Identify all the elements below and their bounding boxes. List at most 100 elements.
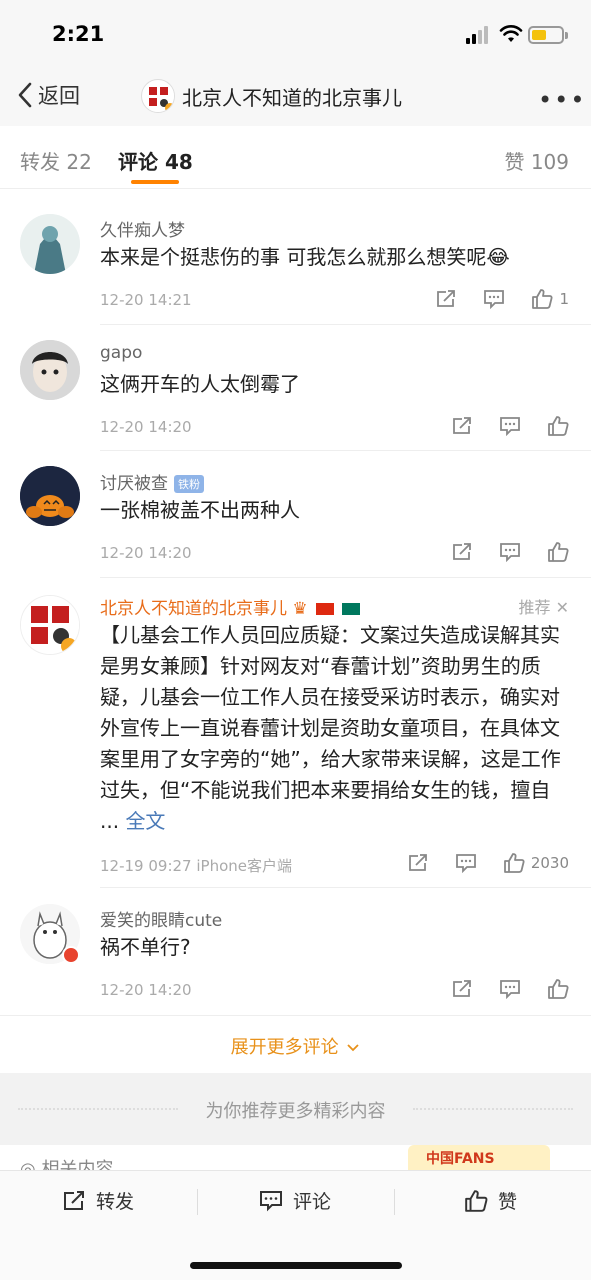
comment-author[interactable]: gapo [100, 343, 142, 363]
expand-label: 展开更多评论 [230, 1037, 339, 1058]
battery-icon [528, 26, 568, 44]
tab-likes[interactable]: 赞 109 [504, 146, 569, 175]
share-button[interactable] [451, 979, 473, 999]
comment-text: 【儿基会工作人员回应质疑：文案过失造成误解其实是男女兼顾】针对网友对“春蕾计划”… [100, 620, 569, 837]
share-button[interactable] [451, 416, 473, 436]
avatar[interactable] [20, 595, 80, 655]
cellular-signal-icon [466, 26, 492, 44]
comment-icon [484, 290, 505, 309]
repost-label: 转发 [96, 1191, 135, 1213]
chevron-down-icon [347, 1044, 359, 1052]
share-icon [453, 417, 471, 434]
comment-label: 评论 [293, 1191, 332, 1213]
comment-time: 12-20 14:21 [100, 291, 192, 309]
comment-icon [260, 1190, 282, 1211]
comment-text: 祸不单行? [100, 935, 191, 959]
tab-comment-label: 评论 [118, 150, 158, 174]
reply-button[interactable] [499, 416, 521, 436]
active-tab-indicator [131, 180, 179, 184]
divider [413, 1108, 573, 1110]
divider [394, 1189, 395, 1215]
avatar[interactable] [20, 214, 80, 274]
comment-time: 12-20 14:20 [100, 981, 192, 999]
tab-like-label: 赞 [504, 150, 525, 174]
repost-button[interactable]: 转发 [62, 1187, 134, 1214]
comment-author: 北京人不知道的北京事儿 ♛ [100, 594, 361, 619]
share-button[interactable] [407, 853, 429, 873]
related-label: ◎ 相关内容 [20, 1155, 113, 1170]
comment-author-name[interactable]: 北京人不知道的北京事儿 [100, 599, 287, 619]
share-button[interactable] [451, 542, 473, 562]
china-flag-icon [316, 603, 335, 615]
comment-text: 一张棉被盖不出两种人 [100, 498, 300, 522]
comment-item: gapo 这俩开车的人太倒霉了 12-20 14:20 [0, 325, 591, 451]
comment-item: 讨厌被查 铁粉 一张棉被盖不出两种人 12-20 14:20 [0, 451, 591, 578]
reply-button[interactable] [499, 979, 521, 999]
share-button[interactable] [435, 289, 457, 309]
tab-repost-count: 22 [66, 150, 92, 174]
fans-banner[interactable]: 中国FANS [408, 1145, 550, 1170]
recommended-text: 推荐 [518, 598, 551, 617]
account-logo-icon [143, 81, 174, 112]
expand-more-comments-button[interactable]: 展开更多评论 [0, 1015, 591, 1073]
macau-flag-icon [342, 603, 361, 615]
chevron-left-icon [18, 82, 32, 108]
comment-actions [425, 415, 569, 437]
comment-time: 12-19 09:27 iPhone客户端 [100, 857, 292, 875]
status-time: 2:21 [52, 22, 105, 46]
read-more-link[interactable]: 全文 [125, 809, 165, 833]
nav-bar: 返回 北京人不知道的北京事儿 ••• [0, 68, 591, 126]
like-button[interactable]: 赞 [464, 1187, 517, 1214]
like-button[interactable] [547, 978, 569, 1000]
comment-text-body: 本来是个挺悲伤的事 可我怎么就那么想笑呢 [100, 245, 487, 269]
tab-like-count: 109 [530, 150, 569, 174]
reply-button[interactable] [483, 289, 505, 309]
recommend-label: 为你推荐更多精彩内容 [205, 1101, 386, 1122]
back-button[interactable]: 返回 [16, 80, 80, 110]
recommend-section: 为你推荐更多精彩内容 [0, 1073, 591, 1145]
comment-item: 久伴痴人梦 本来是个挺悲伤的事 可我怎么就那么想笑呢😂 12-20 14:21 … [0, 190, 591, 325]
comment-text: 这俩开车的人太倒霉了 [100, 372, 300, 396]
comment-text: 本来是个挺悲伤的事 可我怎么就那么想笑呢😂 [100, 242, 569, 273]
thumbs-up-icon [548, 979, 569, 999]
like-count: 2030 [530, 854, 569, 872]
avatar[interactable] [20, 340, 80, 400]
wifi-icon [499, 25, 523, 42]
divider [197, 1189, 198, 1215]
comment-icon [500, 417, 520, 436]
crown-badge-icon: ♛ [292, 599, 308, 619]
tab-repost-label: 转发 [20, 150, 60, 174]
avatar[interactable] [20, 466, 80, 526]
comment-author[interactable]: 爱笑的眼睛cute [100, 906, 222, 931]
comment-actions [425, 541, 569, 563]
comment-author-name[interactable]: 讨厌被查 [100, 474, 168, 494]
thumbs-up-icon [548, 416, 569, 436]
comment-button[interactable]: 评论 [259, 1187, 331, 1214]
comment-actions: 1 [409, 288, 569, 310]
tab-reposts[interactable]: 转发 22 [20, 146, 92, 175]
account-avatar[interactable] [141, 79, 175, 113]
like-button[interactable] [547, 415, 569, 437]
tab-comment-count: 48 [164, 150, 193, 174]
comment-item: 爱笑的眼睛cute 祸不单行? 12-20 14:20 [0, 888, 591, 1014]
more-options-button[interactable]: ••• [538, 86, 586, 114]
tab-bar: 转发 22 评论 48 赞 109 [0, 126, 591, 189]
tab-comments[interactable]: 评论 48 [118, 146, 193, 175]
comment-time: 12-20 14:20 [100, 418, 192, 436]
like-count: 1 [559, 290, 569, 308]
comment-item-recommended: 北京人不知道的北京事儿 ♛ 推荐 ✕ 【儿基会工作人员回应质疑：文案过失造成误解… [0, 578, 591, 888]
share-icon [437, 290, 456, 307]
close-icon[interactable]: ✕ [556, 598, 569, 617]
home-indicator[interactable] [190, 1262, 402, 1269]
comment-actions [425, 978, 569, 1000]
recommended-label: 推荐 ✕ [518, 594, 569, 618]
comment-icon [500, 543, 520, 562]
reply-button[interactable] [455, 853, 477, 873]
share-icon [453, 980, 471, 997]
like-button[interactable]: 2030 [503, 852, 569, 874]
like-button[interactable]: 1 [531, 288, 569, 310]
comment-actions: 2030 [381, 852, 569, 874]
comment-author[interactable]: 久伴痴人梦 [100, 216, 185, 241]
like-button[interactable] [547, 541, 569, 563]
reply-button[interactable] [499, 542, 521, 562]
